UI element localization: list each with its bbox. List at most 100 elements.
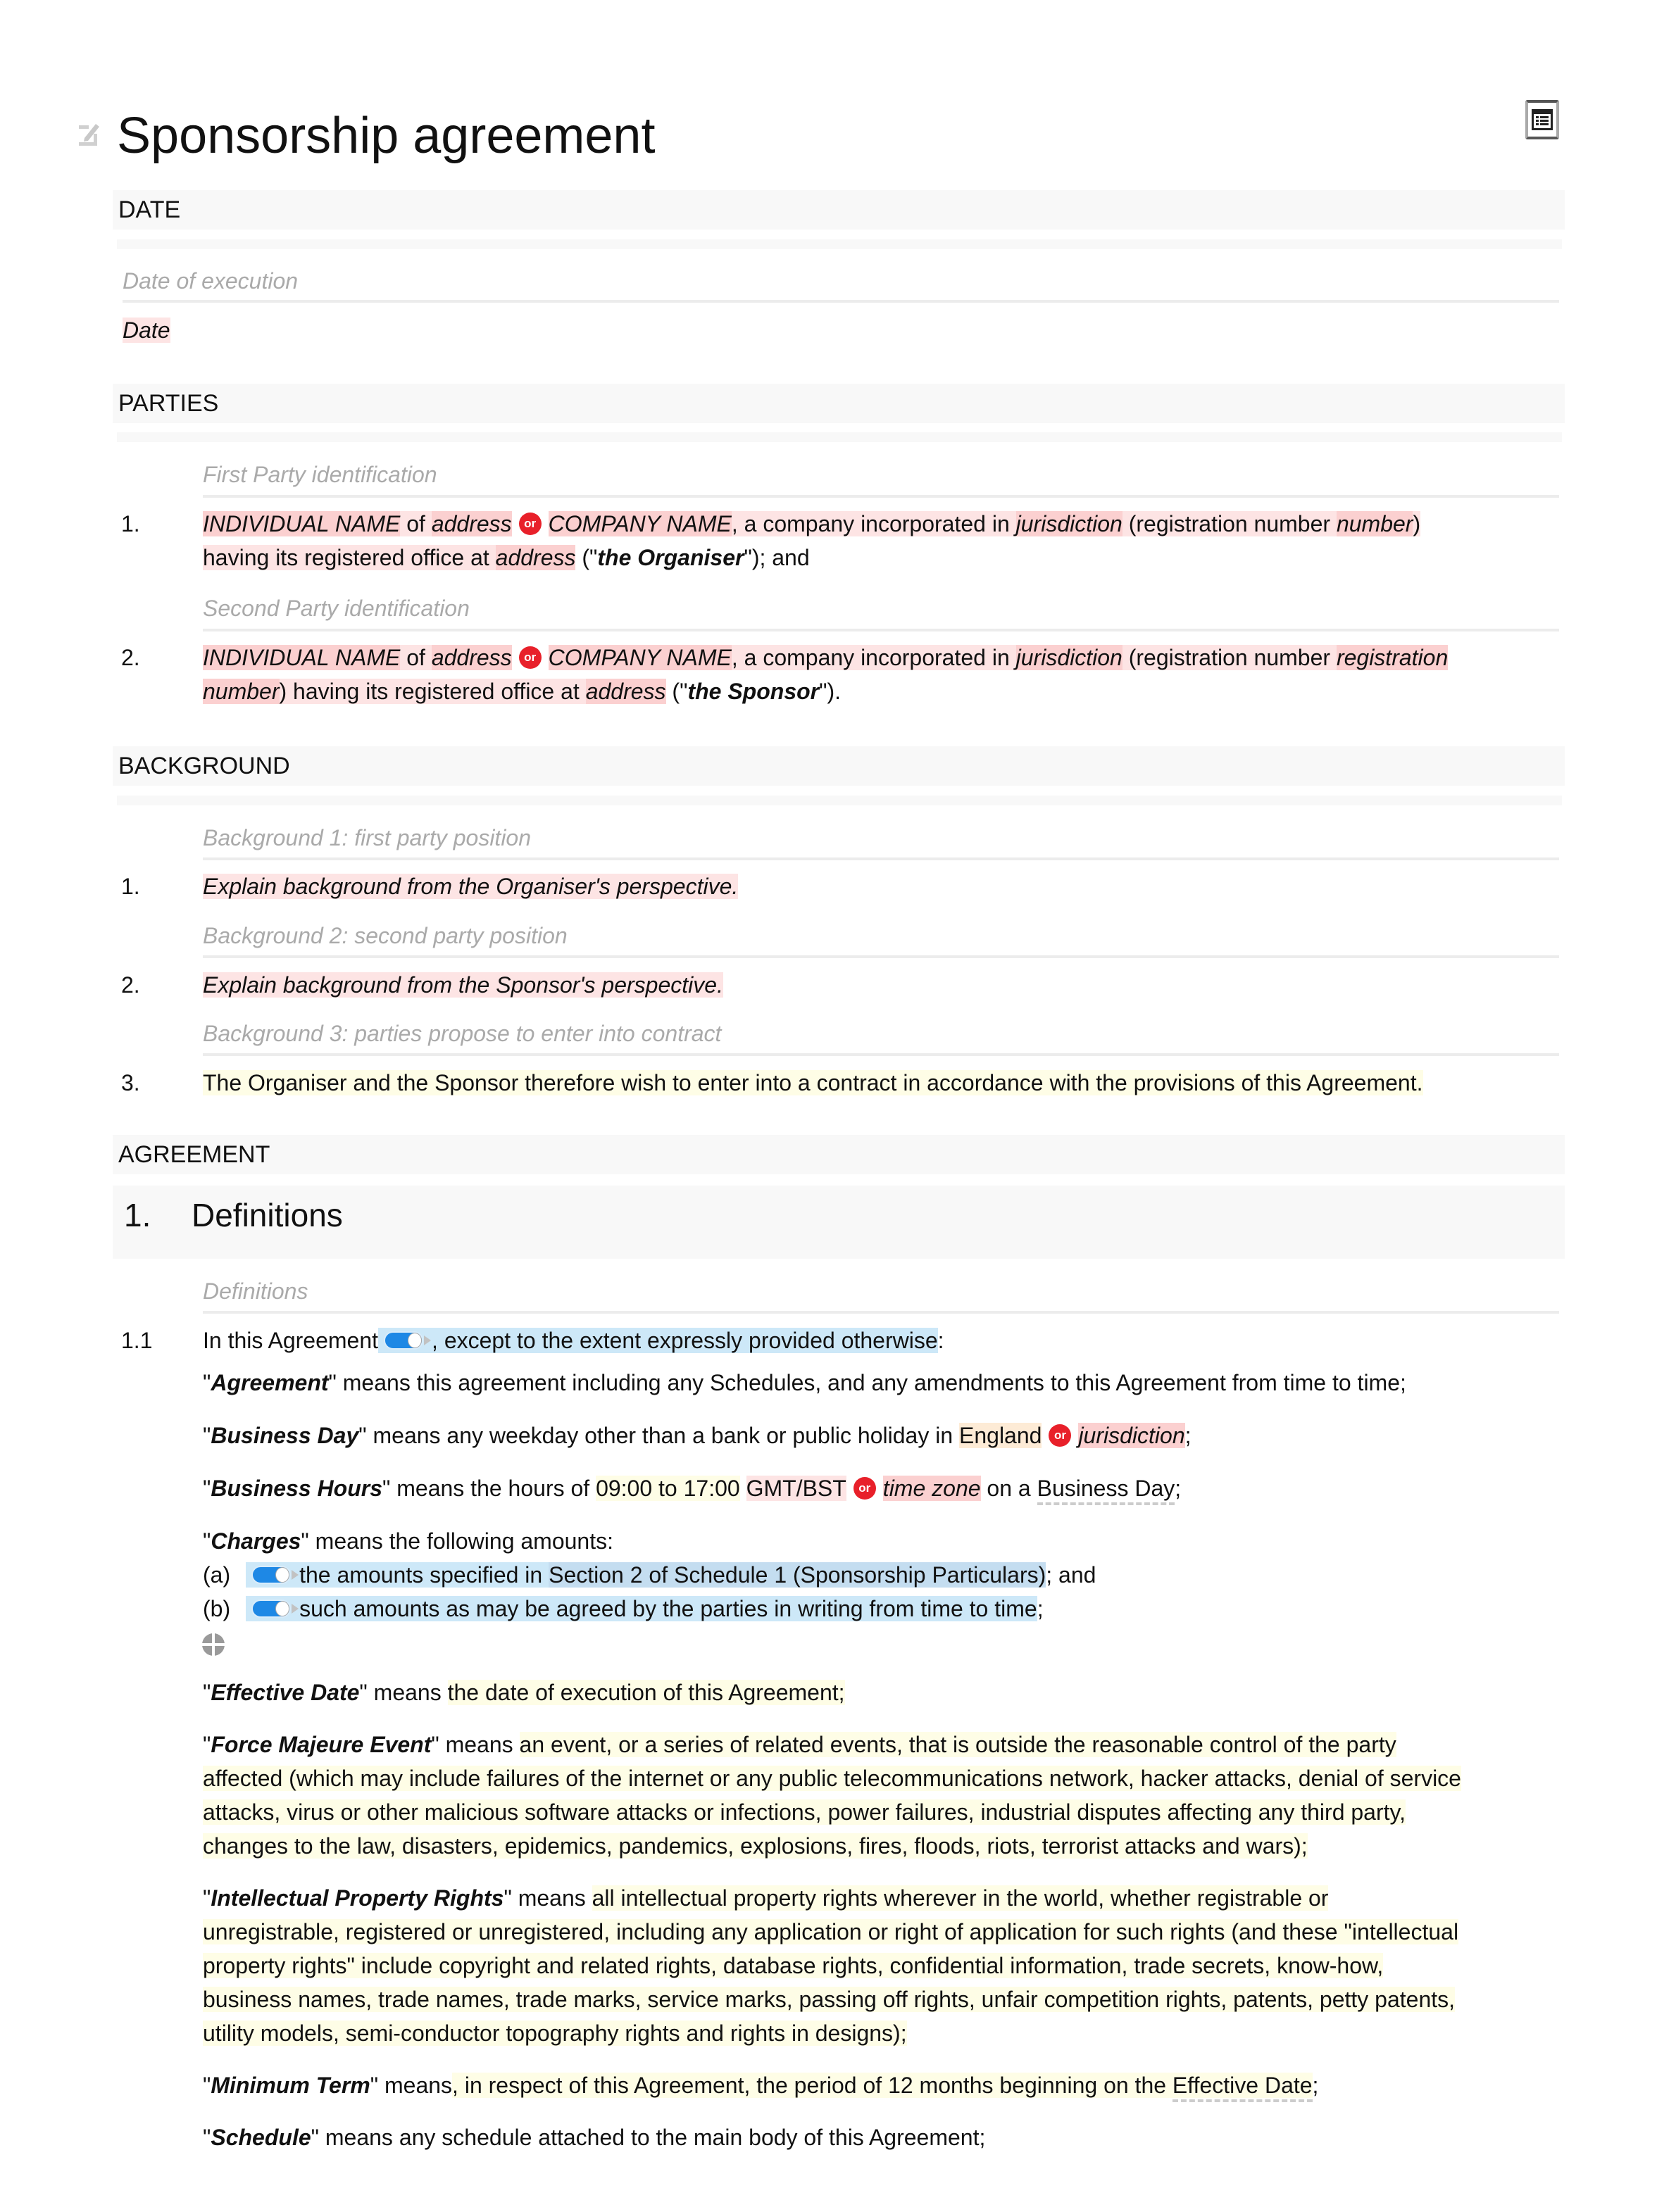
section-header-parties: PARTIES	[113, 384, 1565, 423]
date-placeholder[interactable]: Date	[123, 318, 170, 343]
defined-term: Force Majeure Event	[211, 1732, 432, 1757]
section-header-date: DATE	[113, 190, 1565, 230]
individual-name-placeholder[interactable]: INDIVIDUAL NAME	[203, 645, 401, 670]
party-2-hint: Second Party identification	[203, 596, 470, 621]
party-2-line-1: INDIVIDUAL NAME of address or COMPANY NAME…	[203, 645, 1449, 670]
jurisdiction-placeholder[interactable]: jurisdiction	[1015, 511, 1122, 536]
registration-number-placeholder-cont[interactable]: number	[203, 679, 280, 704]
defined-term: the Sponsor	[687, 679, 820, 704]
background-3-text: The Organiser and the Sponsor therefore …	[203, 1070, 1423, 1095]
section-header-agreement: AGREEMENT	[113, 1135, 1565, 1174]
charges-item-b: (b) such amounts as may be agreed by the …	[203, 1596, 1044, 1621]
defined-term: the Organiser	[597, 545, 744, 570]
timezone-option-gmt-bst[interactable]: GMT/BST	[746, 1476, 846, 1501]
office-address-placeholder[interactable]: address	[495, 545, 576, 570]
optional-item-toggle[interactable]	[251, 1599, 299, 1618]
definition-agreement: "Agreement" means this agreement includi…	[203, 1370, 1406, 1395]
background-2-hint: Background 2: second party position	[203, 923, 568, 948]
defined-term: Minimum Term	[211, 2073, 370, 2098]
background-1-number: 1.	[121, 874, 140, 899]
background-3-number: 3.	[121, 1070, 140, 1095]
optional-item-toggle[interactable]	[251, 1565, 299, 1584]
ipr-line-3: property rights" include copyright and r…	[203, 1953, 1384, 1978]
definitions-hint: Definitions	[203, 1278, 308, 1304]
hint-divider	[123, 300, 1559, 303]
date-field[interactable]: Date	[123, 313, 170, 347]
title-row: Sponsorship agreement	[79, 100, 1565, 168]
section-divider	[117, 796, 1562, 805]
pencil-edit-icon[interactable]	[77, 120, 101, 148]
or-option-toggle[interactable]: or	[853, 1476, 876, 1500]
individual-address-placeholder[interactable]: address	[431, 511, 512, 536]
hint-divider	[203, 495, 1559, 498]
jurisdiction-option-england[interactable]: England	[959, 1423, 1042, 1448]
effective-date-link[interactable]: Effective Date	[1172, 2073, 1313, 2102]
charges-item-a: (a) the amounts specified in Section 2 of…	[203, 1562, 1096, 1588]
background-1-text[interactable]: Explain background from the Organiser's …	[203, 869, 739, 903]
ipr-line-4: business names, trade names, trade marks…	[203, 1987, 1456, 2012]
definition-minimum-term: "Minimum Term" means, in respect of this…	[203, 2068, 1318, 2102]
party-1-hint: First Party identification	[203, 462, 437, 487]
defined-term: Business Day	[211, 1423, 359, 1448]
hint-divider	[203, 857, 1559, 860]
party-1-number: 1.	[121, 511, 140, 536]
hint-divider	[203, 955, 1559, 958]
defined-term: Business Hours	[211, 1476, 382, 1501]
defined-term: Agreement	[211, 1370, 329, 1395]
force-majeure-line-2: affected (which may include failures of …	[203, 1766, 1461, 1791]
party-1-line-1: INDIVIDUAL NAME of address or COMPANY NAME…	[203, 511, 1421, 536]
background-3-hint: Background 3: parties propose to enter i…	[203, 1021, 722, 1046]
jurisdiction-placeholder[interactable]: jurisdiction	[1078, 1423, 1185, 1448]
subclause-lead: In this Agreement, except to the extent …	[203, 1328, 944, 1353]
force-majeure-line-3: attacks, virus or other malicious softwa…	[203, 1799, 1406, 1825]
definition-ipr: "Intellectual Property Rights" means all…	[203, 1885, 1329, 1911]
or-option-toggle[interactable]: or	[1049, 1424, 1072, 1447]
definition-business-day: "Business Day" means any weekday other t…	[203, 1423, 1192, 1448]
hint-divider	[203, 629, 1559, 631]
registration-number-placeholder[interactable]: registration	[1336, 645, 1449, 670]
section-divider	[117, 432, 1562, 442]
registration-number-placeholder[interactable]: number	[1336, 511, 1413, 536]
clause-title: Definitions	[192, 1197, 343, 1233]
section-divider	[117, 239, 1562, 249]
definition-charges: "Charges" means the following amounts:	[203, 1528, 613, 1554]
definition-business-hours: "Business Hours" means the hours of 09:0…	[203, 1471, 1181, 1505]
item-label: (a)	[203, 1562, 231, 1588]
definition-force-majeure: "Force Majeure Event" means an event, or…	[203, 1732, 1396, 1757]
definition-effective-date: "Effective Date" means the date of execu…	[203, 1680, 845, 1705]
page-title: Sponsorship agreement	[117, 108, 656, 164]
ipr-line-2: unregistrable, registered or unregistere…	[203, 1919, 1459, 1944]
background-2-number: 2.	[121, 972, 140, 998]
subclause-number: 1.1	[121, 1328, 153, 1353]
office-address-placeholder[interactable]: address	[585, 679, 666, 704]
defined-term: Effective Date	[211, 1680, 360, 1705]
ipr-line-5: utility models, semi-conductor topograph…	[203, 2021, 907, 2046]
party-2-number: 2.	[121, 645, 140, 670]
definition-schedule: "Schedule" means any schedule attached t…	[203, 2125, 986, 2150]
individual-name-placeholder[interactable]: INDIVIDUAL NAME	[203, 511, 401, 536]
company-name-placeholder[interactable]: COMPANY NAME	[548, 511, 732, 536]
or-option-toggle[interactable]: or	[518, 512, 542, 535]
optional-text-toggle[interactable]	[384, 1331, 432, 1350]
jurisdiction-placeholder[interactable]: jurisdiction	[1015, 645, 1122, 670]
clause-heading-definitions: 1. Definitions	[113, 1186, 1565, 1259]
background-2-text[interactable]: Explain background from the Sponsor's pe…	[203, 968, 723, 1002]
item-label: (b)	[203, 1596, 231, 1621]
hint-divider	[203, 1053, 1559, 1056]
company-name-placeholder[interactable]: COMPANY NAME	[548, 645, 732, 670]
defined-term: Schedule	[211, 2125, 311, 2150]
business-day-link[interactable]: Business Day	[1037, 1476, 1175, 1505]
individual-address-placeholder[interactable]: address	[431, 645, 512, 670]
business-hours-value[interactable]: 09:00 to 17:00	[596, 1476, 740, 1501]
add-item-icon[interactable]	[201, 1632, 225, 1656]
or-option-toggle[interactable]: or	[518, 646, 542, 669]
table-of-contents-button[interactable]	[1525, 100, 1559, 139]
schedule-reference-link[interactable]: Section 2 of Schedule 1 (Sponsorship Par…	[549, 1562, 1046, 1588]
section-header-background: BACKGROUND	[113, 746, 1565, 786]
party-1-line-2: having its registered office at address …	[203, 545, 810, 570]
clause-number: 1.	[124, 1197, 151, 1233]
table-of-contents-icon	[1532, 109, 1553, 130]
effective-date-value[interactable]: the date of execution of this Agreement;	[447, 1680, 845, 1705]
time-zone-placeholder[interactable]: time zone	[882, 1476, 981, 1501]
background-1-hint: Background 1: first party position	[203, 825, 532, 850]
